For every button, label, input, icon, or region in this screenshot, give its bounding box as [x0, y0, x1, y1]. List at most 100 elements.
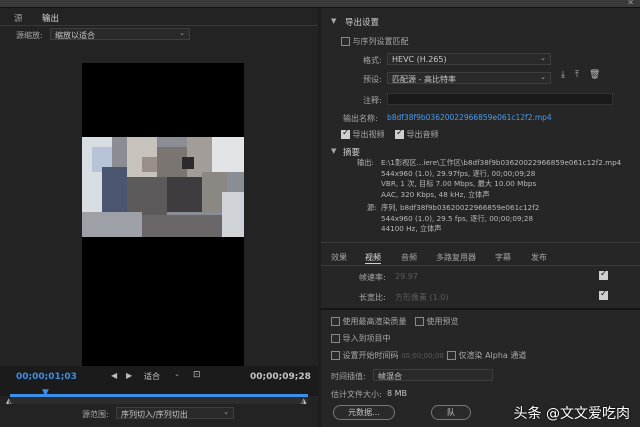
section-title-export: 导出设置: [345, 18, 380, 28]
timeline-track[interactable]: [10, 396, 308, 404]
match-sequence-checkbox[interactable]: 与序列设置匹配: [341, 36, 409, 47]
checkbox-checked[interactable]: [599, 289, 608, 300]
playhead[interactable]: ▼: [42, 388, 49, 398]
checkbox-checked[interactable]: [395, 128, 404, 139]
summary-output-label: 输出:: [357, 158, 374, 167]
summary-line: E:\1影视区...iere\工作区\b8df38f9b036200229668…: [381, 158, 622, 167]
end-timecode: 00;00;09;28: [250, 372, 311, 382]
preset-dropdown[interactable]: 匹配源 - 高比特率 ⌄: [387, 72, 551, 84]
fit-dropdown[interactable]: 适合 ⌄: [140, 370, 184, 382]
checkbox-checked[interactable]: [341, 128, 350, 139]
delete-preset-icon[interactable]: 🗑: [589, 70, 600, 80]
export-audio-checkbox[interactable]: 导出音频: [395, 128, 439, 140]
tab-output[interactable]: 输出: [42, 12, 60, 26]
save-preset-icon[interactable]: ⤓: [561, 70, 565, 80]
preset-value: 匹配源 - 高比特率: [392, 75, 456, 84]
tab-effects[interactable]: 效果: [331, 252, 347, 263]
start-timecode-value[interactable]: 00;00;00;00: [401, 352, 444, 360]
use-preview-label: 使用预览: [426, 317, 459, 326]
collapse-triangle-icon[interactable]: ▼: [331, 17, 336, 25]
title-bar: ✕: [0, 0, 640, 8]
file-size-label: 估计文件大小:: [331, 390, 382, 399]
aspect-ratio-checkbox[interactable]: [599, 289, 608, 300]
checkbox-checked[interactable]: [599, 269, 608, 280]
divider: [321, 265, 640, 266]
import-project-label: 导入到项目中: [342, 334, 391, 343]
start-timecode-checkbox[interactable]: 设置开始时间码 00;00;00;00: [331, 350, 444, 361]
source-range-label: 源范围:: [82, 410, 109, 419]
max-render-quality-checkbox[interactable]: 使用最高渲染质量: [331, 316, 407, 327]
export-settings-panel: ▼ 导出设置 与序列设置匹配 格式: HEVC (H.265) ⌄ 预设: 匹配…: [321, 8, 640, 427]
output-name-label: 输出名称:: [343, 114, 378, 123]
chevron-down-icon: ⌄: [540, 54, 546, 62]
preview-panel: 源 输出 源缩放: 缩放以适合 ⌄ 00;00;01;03 ◀ ▶ 适合 ⌄ ⊡…: [0, 8, 318, 427]
source-range-dropdown[interactable]: 序列切入/序列切出 ⌄: [116, 407, 234, 419]
checkbox[interactable]: [415, 317, 424, 326]
frame-rate-value[interactable]: 29.97: [395, 272, 418, 281]
checkbox[interactable]: [331, 334, 340, 343]
comment-input[interactable]: [387, 93, 613, 105]
tab-audio[interactable]: 音频: [401, 252, 417, 263]
comment-label: 注释:: [363, 96, 382, 105]
summary-line: AAC, 320 Kbps, 48 kHz, 立体声: [381, 189, 490, 199]
tab-source[interactable]: 源: [14, 12, 23, 24]
checkbox[interactable]: [341, 37, 350, 46]
time-interp-label: 时间插值:: [331, 372, 366, 381]
tab-video[interactable]: 视频: [365, 252, 381, 264]
format-label: 格式:: [363, 56, 382, 65]
timeline-range: [10, 394, 308, 397]
max-render-quality-label: 使用最高渲染质量: [342, 317, 407, 326]
summary-title: 摘要: [343, 148, 361, 158]
checkbox[interactable]: [447, 351, 456, 360]
collapse-triangle-icon[interactable]: ▼: [331, 147, 336, 155]
export-audio-label: 导出音频: [406, 130, 439, 139]
time-interp-dropdown[interactable]: 帧混合: [373, 369, 493, 381]
chevron-down-icon: ⌄: [540, 73, 546, 81]
format-value: HEVC (H.265): [392, 55, 447, 64]
fit-value: 适合: [144, 372, 160, 381]
mark-in-icon[interactable]: ◀: [111, 371, 117, 380]
tab-publish[interactable]: 发布: [531, 252, 547, 263]
in-point-handle[interactable]: ◭: [6, 397, 11, 405]
import-project-checkbox[interactable]: 导入到项目中: [331, 333, 391, 344]
tab-multiplexer[interactable]: 多路复用器: [436, 252, 476, 263]
export-video-checkbox[interactable]: 导出视频: [341, 128, 385, 140]
summary-source: 序列, b8df38f9b03620022966859e061c12f2 544…: [381, 203, 539, 235]
alpha-only-checkbox[interactable]: 仅渲染 Alpha 通道: [447, 350, 526, 361]
mark-out-icon[interactable]: ▶: [126, 371, 132, 380]
summary-line: VBR, 1 次, 目标 7.00 Mbps, 最大 10.00 Mbps: [381, 179, 537, 188]
use-preview-checkbox[interactable]: 使用预览: [415, 316, 459, 327]
source-scale-dropdown[interactable]: 缩放以适合 ⌄: [50, 28, 190, 40]
source-range-value: 序列切入/序列切出: [121, 410, 188, 419]
metadata-button[interactable]: 元数据...: [333, 405, 395, 420]
source-scale-label: 源缩放:: [16, 31, 43, 40]
summary-line: 44100 Hz, 立体声: [381, 224, 442, 233]
checkbox[interactable]: [331, 351, 340, 360]
time-interp-value: 帧混合: [378, 372, 402, 381]
divider: [0, 25, 318, 26]
aspect-ratio-value[interactable]: 方形像素 (1.0): [395, 292, 449, 303]
video-preview: [82, 63, 244, 367]
summary-line: 544x960 (1.0), 29.5 fps, 逐行, 00;00;09;28: [381, 213, 534, 223]
frame-rate-label: 帧速率:: [359, 273, 386, 282]
checkbox[interactable]: [331, 317, 340, 326]
output-name-link[interactable]: b8df38f9b03620022966859e061c12f2.mp4: [387, 113, 552, 122]
close-icon[interactable]: ✕: [627, 0, 634, 7]
divider: [321, 242, 640, 243]
queue-button[interactable]: 队: [431, 405, 471, 420]
import-preset-icon[interactable]: ⤒: [575, 70, 579, 80]
summary-output: E:\1影视区...iere\工作区\b8df38f9b036200229668…: [381, 158, 621, 200]
watermark-text: 头条 @文文爱吃肉: [513, 406, 630, 422]
frame-rate-checkbox[interactable]: [599, 269, 608, 280]
aspect-ratio-label: 长宽比:: [359, 293, 386, 302]
alpha-only-label: 仅渲染 Alpha 通道: [458, 351, 527, 360]
chevron-down-icon: ⌄: [223, 408, 229, 416]
format-dropdown[interactable]: HEVC (H.265) ⌄: [387, 53, 551, 65]
current-timecode[interactable]: 00;00;01;03: [16, 372, 77, 382]
summary-line: 序列, b8df38f9b03620022966859e061c12f2: [381, 203, 540, 212]
out-point-handle[interactable]: ◮: [301, 397, 306, 405]
export-video-label: 导出视频: [352, 130, 385, 139]
chevron-down-icon: ⌄: [179, 29, 185, 37]
tab-captions[interactable]: 字幕: [495, 252, 511, 263]
aspect-toggle-icon[interactable]: ⊡: [193, 370, 201, 380]
